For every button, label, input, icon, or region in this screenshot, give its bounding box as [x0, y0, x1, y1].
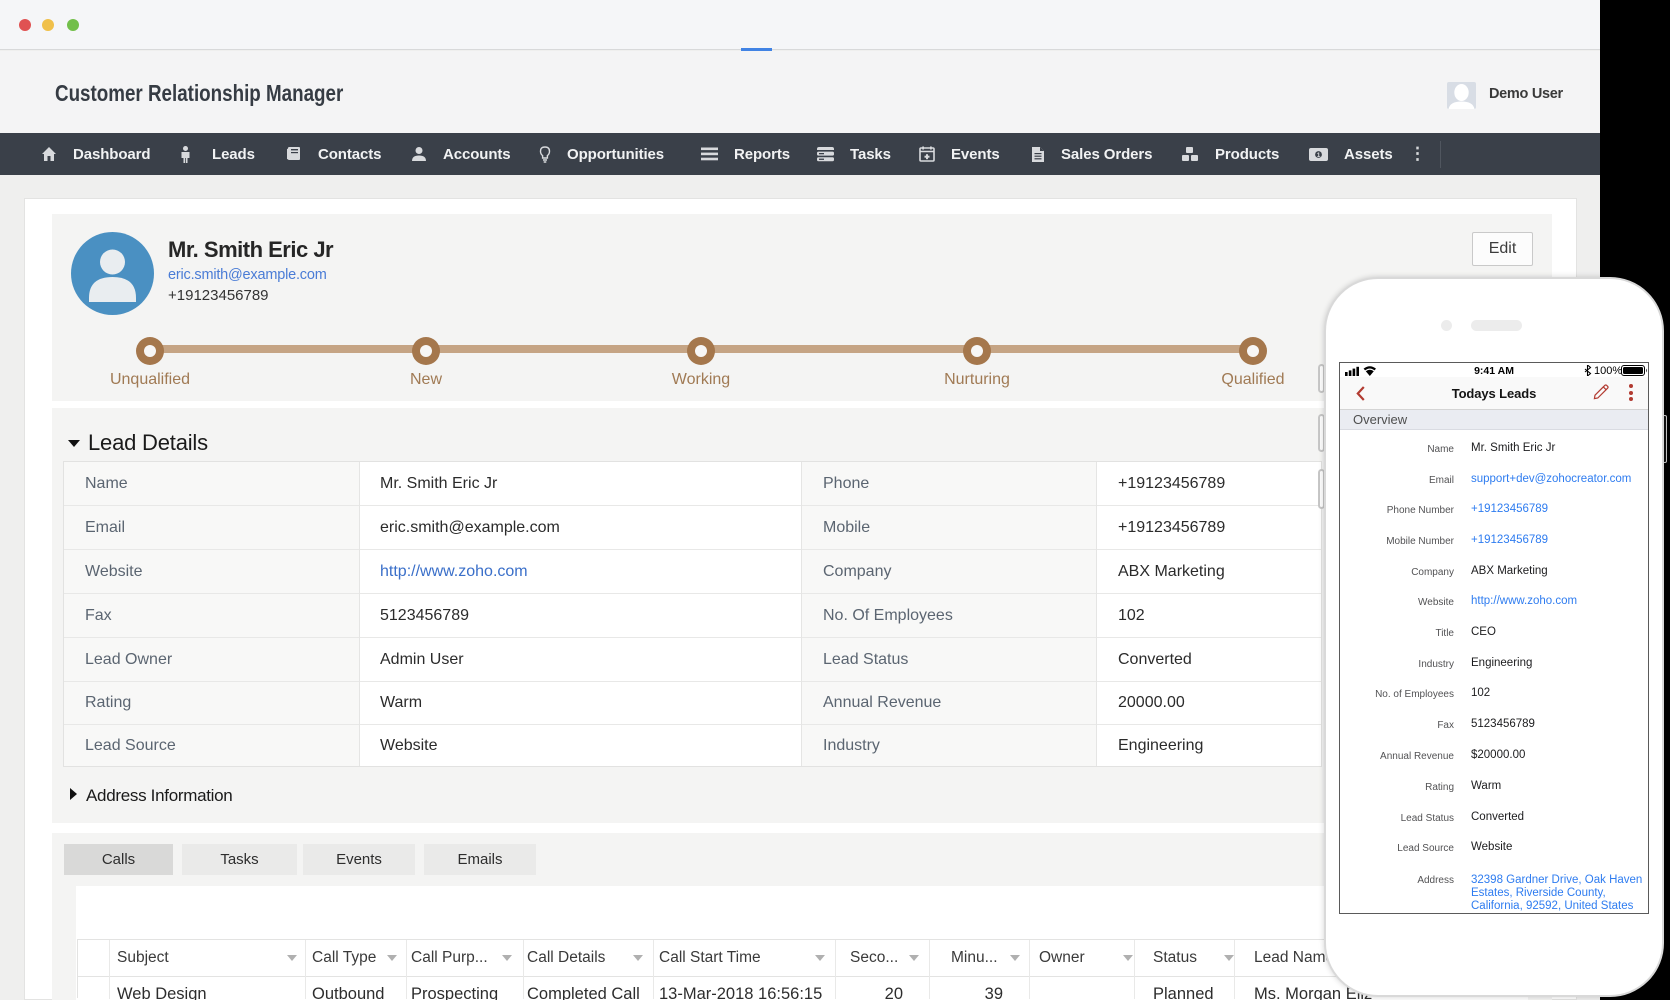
svg-text:1: 1	[1317, 152, 1321, 159]
